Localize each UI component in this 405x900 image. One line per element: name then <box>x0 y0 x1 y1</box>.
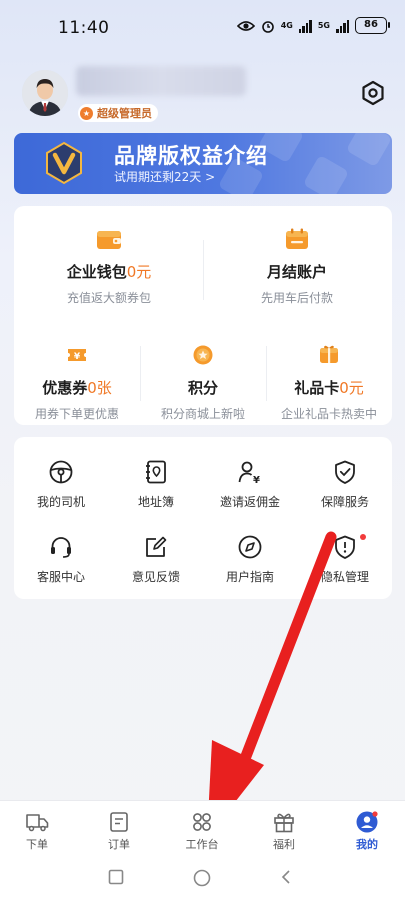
service-label: 邀请返佣金 <box>219 495 280 509</box>
invite-commission-icon: ¥ <box>238 461 260 485</box>
shield-check-icon <box>335 460 355 484</box>
gift-card-subtitle: 企业礼品卡热卖中 <box>280 407 377 421</box>
service-my-drivers[interactable]: 我的司机 <box>14 459 108 510</box>
service-label: 地址簿 <box>137 495 174 509</box>
back-button-icon[interactable] <box>281 869 291 885</box>
role-badge-icon: ★ <box>80 106 93 120</box>
steering-wheel-icon <box>49 460 73 484</box>
monthly-account-title: 月结账户 <box>266 263 327 281</box>
points-title: 积分 <box>187 379 218 397</box>
divider <box>266 346 267 401</box>
gift-icon <box>274 813 294 833</box>
tab-label: 下单 <box>26 838 48 851</box>
v-badge-icon <box>46 141 82 185</box>
status-bar: 11:40 4G 5G 86 <box>0 0 405 56</box>
wallet-card: 企业钱包0元 充值返大额券包 月结账户 先用车后付款 ¥ 优惠券0张 用券下单更… <box>14 206 392 425</box>
recents-button-icon[interactable] <box>108 869 124 885</box>
feedback-icon <box>146 536 167 557</box>
service-address-book[interactable]: 地址簿 <box>109 459 203 510</box>
status-time: 11:40 <box>58 18 110 38</box>
svg-text:¥: ¥ <box>253 475 260 485</box>
calendar-icon <box>286 228 308 249</box>
tab-orders[interactable]: 订单 <box>89 811 149 852</box>
services-card: 我的司机 地址簿 ¥ 邀请返佣金 保障服务 客服中心 意见反馈 用户指南 隐私管… <box>14 437 392 599</box>
privacy-icon <box>335 535 355 559</box>
wallet-icon <box>97 231 121 249</box>
tab-mine[interactable]: 我的 <box>337 811 397 852</box>
service-feedback[interactable]: 意见反馈 <box>109 534 203 585</box>
svg-text:¥: ¥ <box>74 352 81 362</box>
coupons[interactable]: ¥ 优惠券0张 用券下单更优惠 <box>16 344 138 422</box>
settings-icon[interactable] <box>360 80 386 106</box>
eye-icon <box>236 20 255 31</box>
service-label: 我的司机 <box>36 495 85 509</box>
tab-label: 订单 <box>108 838 130 851</box>
privacy-notification-dot <box>360 534 366 540</box>
coupons-title: 优惠券 <box>42 379 88 397</box>
order-icon <box>110 812 128 832</box>
service-customer-center[interactable]: 客服中心 <box>14 534 108 585</box>
brand-banner[interactable]: 品牌版权益介绍 试用期还剩22天 > <box>14 133 392 194</box>
battery-indicator: 86 <box>355 17 390 34</box>
service-label: 客服中心 <box>36 570 85 584</box>
coupon-icon: ¥ <box>68 349 86 362</box>
coupons-subtitle: 用券下单更优惠 <box>34 407 119 421</box>
role-badge-label: 超级管理员 <box>97 107 152 120</box>
headset-icon <box>51 537 71 558</box>
service-label: 保障服务 <box>320 495 369 509</box>
alarm-icon <box>261 20 274 33</box>
system-nav-bar <box>0 858 405 900</box>
role-badge: ★ 超级管理员 <box>78 104 158 122</box>
points-subtitle: 积分商城上新啦 <box>160 407 245 421</box>
banner-decoration <box>345 133 392 168</box>
signal-icon <box>298 19 312 33</box>
bottom-nav: 下单 订单 工作台 福利 我的 <box>0 800 405 858</box>
home-button-icon[interactable] <box>193 869 211 887</box>
avatar-person-icon <box>22 70 68 116</box>
tab-workbench[interactable]: 工作台 <box>172 811 232 852</box>
gift-card-icon <box>320 345 338 363</box>
banner-decoration <box>302 154 350 194</box>
service-privacy[interactable]: 隐私管理 <box>298 534 392 585</box>
enterprise-wallet[interactable]: 企业钱包0元 充值返大额券包 <box>34 228 184 306</box>
enterprise-wallet-value: 0元 <box>126 263 152 281</box>
workbench-icon <box>193 813 211 831</box>
points[interactable]: 积分 积分商城上新啦 <box>142 344 264 422</box>
banner-subtitle[interactable]: 试用期还剩22天 > <box>114 168 215 185</box>
status-icons: 4G 5G 86 <box>236 17 390 34</box>
user-name-blurred <box>76 66 246 96</box>
avatar[interactable] <box>22 70 68 116</box>
tab-label: 工作台 <box>185 838 219 851</box>
service-protection[interactable]: 保障服务 <box>298 459 392 510</box>
address-book-icon <box>146 460 166 484</box>
coupons-value: 0张 <box>87 379 112 397</box>
divider <box>203 240 204 300</box>
service-user-guide[interactable]: 用户指南 <box>203 534 297 585</box>
profile-icon <box>356 811 378 833</box>
signal-icon-2 <box>336 19 349 33</box>
tab-place-order[interactable]: 下单 <box>7 811 67 852</box>
tab-label: 福利 <box>273 838 295 851</box>
compass-icon <box>238 535 262 559</box>
tab-benefits[interactable]: 福利 <box>254 811 314 852</box>
tab-label: 我的 <box>356 838 378 851</box>
gift-card-value: 0元 <box>339 379 364 397</box>
points-icon <box>193 345 213 365</box>
service-invite-commission[interactable]: ¥ 邀请返佣金 <box>203 459 297 510</box>
network-type-1: 4G <box>280 20 293 30</box>
monthly-account-subtitle: 先用车后付款 <box>260 291 333 305</box>
truck-icon <box>26 814 49 832</box>
enterprise-wallet-subtitle: 充值返大额券包 <box>66 291 151 305</box>
service-label: 隐私管理 <box>320 570 369 584</box>
network-type-2: 5G <box>317 20 330 30</box>
banner-title: 品牌版权益介绍 <box>114 144 268 168</box>
service-label: 意见反馈 <box>131 570 180 584</box>
monthly-account[interactable]: 月结账户 先用车后付款 <box>222 228 372 306</box>
divider <box>140 346 141 401</box>
gift-card-title: 礼品卡 <box>294 379 340 397</box>
gift-card[interactable]: 礼品卡0元 企业礼品卡热卖中 <box>268 344 390 422</box>
service-label: 用户指南 <box>225 570 274 584</box>
enterprise-wallet-title: 企业钱包 <box>66 263 127 281</box>
